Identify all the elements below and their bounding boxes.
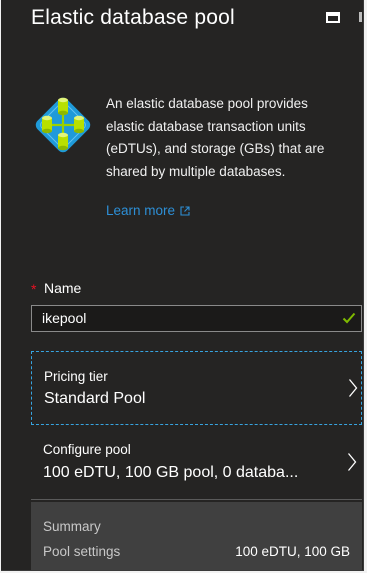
maximize-icon[interactable] (326, 12, 340, 23)
summary-title: Summary (43, 519, 101, 534)
learn-more-label: Learn more (106, 203, 176, 218)
title-bar: Elastic database pool (1, 0, 363, 40)
blade-title: Elastic database pool (31, 6, 235, 29)
pool-settings-value: 100 eDTU, 100 GB (235, 544, 350, 559)
close-icon[interactable] (359, 12, 362, 22)
chevron-right-icon[interactable] (347, 452, 357, 472)
configure-pool-value: 100 eDTU, 100 GB pool, 0 databa... (43, 464, 299, 481)
name-input-value[interactable]: ikepool (42, 310, 86, 326)
configure-pool-tile[interactable]: Configure pool 100 eDTU, 100 GB pool, 0 … (31, 426, 362, 500)
configure-pool-label: Configure pool (43, 442, 131, 457)
name-label: Name (44, 280, 82, 296)
learn-more-link[interactable]: Learn more (106, 203, 190, 218)
elastic-pool-blade: Elastic database pool An elastic databas… (1, 0, 364, 571)
elastic-pool-logo (35, 97, 91, 153)
chevron-right-icon[interactable] (348, 378, 358, 398)
pool-settings-label: Pool settings (43, 544, 121, 559)
external-link-icon (180, 206, 190, 216)
pricing-tier-value: Standard Pool (44, 390, 146, 407)
check-icon (342, 312, 356, 324)
summary-panel: Summary Pool settings 100 eDTU, 100 GB (31, 502, 362, 570)
name-input[interactable]: ikepool (31, 305, 362, 332)
pricing-tier-tile[interactable]: Pricing tier Standard Pool (31, 351, 362, 425)
required-asterisk: * (31, 281, 37, 297)
pricing-tier-label: Pricing tier (44, 369, 108, 384)
pool-description: An elastic database pool provides elasti… (106, 96, 325, 179)
